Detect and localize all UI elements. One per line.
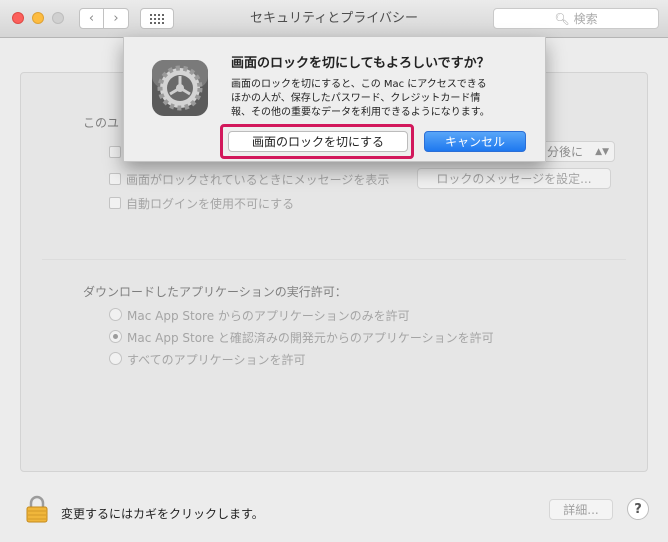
radio-anywhere-label: すべてのアプリケーションを許可: [127, 353, 306, 367]
delay-value: 分後に: [547, 145, 584, 159]
highlight-box: [220, 124, 414, 159]
search-placeholder: 検索: [573, 12, 598, 26]
advanced-button[interactable]: 詳細...: [549, 499, 613, 520]
disable-autologin-label: 自動ログインを使用不可にする: [126, 197, 295, 211]
set-message-button[interactable]: ロックのメッセージを設定...: [417, 168, 611, 189]
radio-app-store-only-label: Mac App Store からのアプリケーションのみを許可: [127, 309, 410, 323]
radio-anywhere[interactable]: [109, 352, 122, 365]
search-icon: 🔍︎: [554, 11, 570, 26]
lock-text: 変更するにはカギをクリックします。: [61, 507, 264, 521]
show-message-label: 画面がロックされているときにメッセージを表示: [126, 173, 390, 187]
divider: [42, 259, 626, 260]
radio-app-store-and-identified-label: Mac App Store と確認済みの開発元からのアプリケーションを許可: [127, 331, 494, 345]
downloads-heading: ダウンロードしたアプリケーションの実行許可：: [83, 285, 347, 299]
gear-icon: [152, 60, 208, 116]
search-field[interactable]: 🔍︎ 検索: [493, 8, 659, 29]
chevron-updown-icon: ▲▼: [595, 146, 609, 157]
radio-app-store-only[interactable]: [109, 308, 122, 321]
delay-popup[interactable]: 分後に ▲▼: [541, 141, 615, 162]
show-message-checkbox[interactable]: [109, 173, 121, 185]
require-password-checkbox[interactable]: [109, 146, 121, 158]
help-button[interactable]: ?: [627, 498, 649, 520]
dialog-message: 画面のロックを切にすると、この Mac にアクセスできる ほかの人が、保存したパ…: [231, 79, 490, 118]
lock-icon[interactable]: [25, 495, 49, 523]
radio-app-store-and-identified[interactable]: [109, 330, 122, 343]
section-label: このユ: [83, 116, 120, 130]
disable-autologin-checkbox[interactable]: [109, 197, 121, 209]
cancel-button[interactable]: キャンセル: [424, 131, 526, 152]
title-bar: ‹ › セキュリティとプライバシー 🔍︎ 検索: [0, 0, 668, 38]
dialog-title: 画面のロックを切にしてもよろしいですか？: [231, 56, 490, 71]
